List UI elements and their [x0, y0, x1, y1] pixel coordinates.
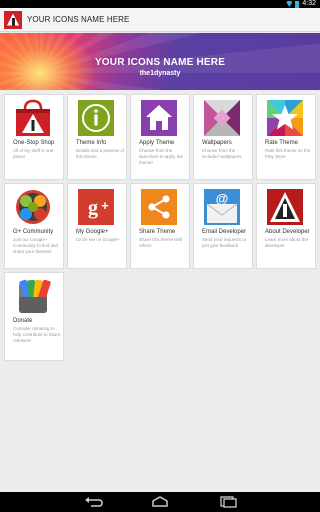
share-icon [141, 189, 177, 225]
status-bar: 4:32 [0, 0, 320, 8]
app-title: YOUR ICONS NAME HERE [27, 15, 130, 24]
star-icon [267, 100, 303, 136]
wallet-icon [19, 279, 51, 313]
tile-description: Share this theme with others [139, 237, 183, 248]
recent-apps-icon[interactable] [218, 496, 238, 508]
tile-title: My Google+ [76, 229, 109, 235]
tile-donate[interactable]: Donate Consider donating to help contrib… [4, 272, 64, 361]
tile-title: G+ Community [13, 229, 54, 235]
info-icon [78, 100, 114, 136]
about-logo-icon [267, 189, 303, 225]
home-nav-icon[interactable] [150, 496, 170, 508]
tile-description: Circle me on Google+ [76, 237, 120, 242]
tile-theme-info[interactable]: Theme Info Details and a preview of this… [67, 94, 127, 180]
tile-description: Join our Google+ Community to find and s… [13, 237, 59, 254]
tile-title: Theme Info [76, 140, 107, 146]
tile-title: Wallpapers [202, 140, 232, 146]
navigation-bar [0, 492, 320, 512]
wallpaper-icon [204, 100, 240, 136]
banner-title: YOUR ICONS NAME HERE [94, 57, 226, 68]
battery-icon [295, 0, 300, 8]
tile-title: About Developer [265, 229, 310, 235]
home-icon [141, 100, 177, 136]
google-plus-icon: g + [78, 189, 114, 225]
tile-description: Details and a preview of this theme [76, 148, 125, 159]
tile-description: Learn more about the developer [265, 237, 309, 248]
tile-title: One-Stop Shop [13, 140, 55, 146]
tile-g-plus-community[interactable]: G+ Community Join our Google+ Community … [4, 183, 64, 269]
tile-description: Rate this theme on the Play Store [265, 148, 311, 159]
tile-about-developer[interactable]: About Developer Learn more about the dev… [256, 183, 316, 269]
tile-apply-theme[interactable]: Apply Theme Choose from the launchers to… [130, 94, 190, 180]
tile-share-theme[interactable]: Share Theme Share this theme with others [130, 183, 190, 269]
status-time: 4:32 [302, 0, 316, 7]
app-logo-icon[interactable] [4, 10, 22, 29]
tile-rate-theme[interactable]: Rate Theme Rate this theme on the Play S… [256, 94, 316, 180]
action-bar: YOUR ICONS NAME HERE [0, 8, 320, 32]
shopping-bag-icon [16, 99, 50, 136]
tile-title: Share Theme [139, 229, 176, 235]
tile-one-stop-shop[interactable]: One-Stop Shop All of my stuff in one pla… [4, 94, 64, 180]
svg-text:@: @ [216, 191, 229, 206]
tile-my-google-plus[interactable]: g + My Google+ Circle me on Google+ [67, 183, 127, 269]
header-banner: YOUR ICONS NAME HERE the1dynasty [0, 33, 320, 90]
svg-text:g: g [88, 197, 98, 219]
community-icon [16, 190, 50, 224]
tile-wallpapers[interactable]: Wallpapers Choose from the included wall… [193, 94, 253, 180]
tile-title: Donate [13, 318, 33, 324]
email-icon: @ [204, 189, 240, 225]
tile-description: Consider donating to help contribute to … [13, 326, 61, 343]
tile-title: Rate Theme [265, 140, 298, 146]
tile-title: Apply Theme [139, 140, 175, 146]
tile-email-developer[interactable]: @ Email Developer Send your requests or … [193, 183, 253, 269]
tile-description: Choose from the launchers to apply the t… [139, 148, 184, 165]
svg-text:+: + [101, 198, 109, 213]
tile-title: Email Developer [202, 229, 247, 235]
tile-description: Send your requests or just give feedback [202, 237, 247, 248]
tile-description: All of my stuff in one place! [13, 148, 54, 159]
tile-description: Choose from the included wallpapers [202, 148, 242, 159]
back-icon[interactable] [84, 496, 104, 508]
wifi-icon [286, 1, 293, 7]
banner-subtitle: the1dynasty [139, 70, 181, 77]
